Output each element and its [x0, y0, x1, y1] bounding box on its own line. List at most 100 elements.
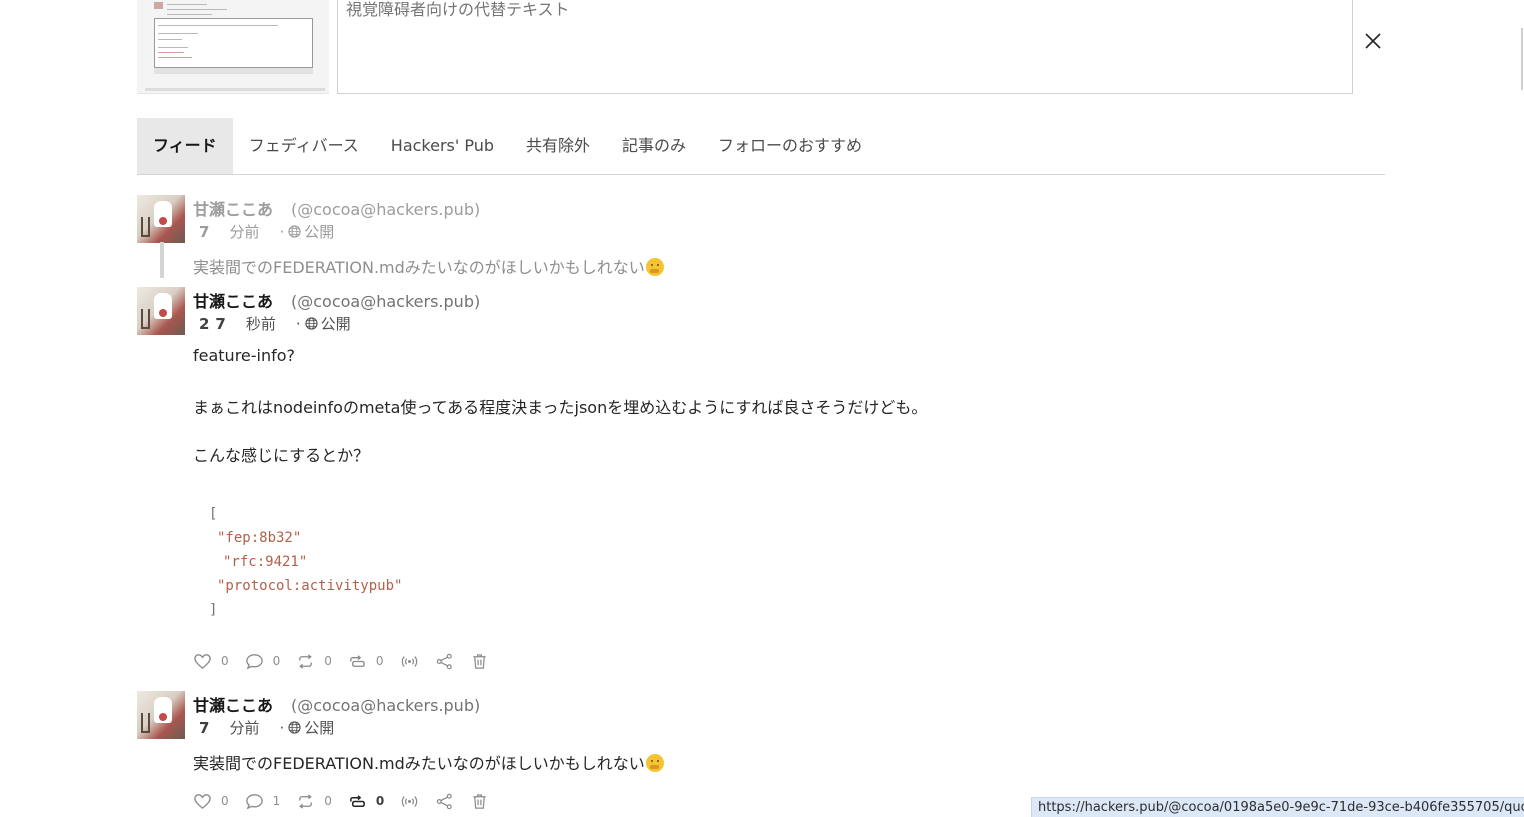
code-string: "rfc:9421" [223, 554, 308, 570]
post-meta: 7 分前 · 公開 [193, 221, 334, 242]
broadcast-icon [402, 795, 418, 807]
post-time-number[interactable]: 27 [199, 315, 232, 333]
share-icon [437, 793, 453, 809]
author-handle[interactable]: (@cocoa@hackers.pub) [291, 200, 480, 219]
thinking-face-icon [645, 258, 664, 276]
post-text: 実装間でのFEDERATION.mdみたいなのがほしいかもしれない [193, 754, 645, 773]
post-text-line: こんな感じにするとか？ [193, 446, 370, 465]
visibility-label: 公開 [320, 315, 351, 333]
quote-repost-icon [350, 794, 365, 807]
timeline-tabs: フィード フェディバース Hackers' Pub 共有除外 記事のみ フォロー… [137, 118, 1385, 175]
trash-icon [472, 653, 486, 669]
reply-button[interactable]: 0 [245, 652, 281, 671]
author-handle[interactable]: (@cocoa@hackers.pub) [291, 292, 480, 311]
post-time-unit[interactable]: 分前 [229, 719, 259, 737]
thumb-footer [145, 88, 325, 91]
reply-thread-line [160, 242, 164, 278]
post-text: 実装間でのFEDERATION.mdみたいなのがほしいかもしれない [193, 258, 645, 277]
like-count: 0 [221, 654, 229, 668]
post-header: 甘瀬ここあ (@cocoa@hackers.pub) [193, 692, 480, 716]
avatar[interactable] [137, 195, 185, 243]
quote-button[interactable]: 0 [348, 652, 384, 671]
post-header: 甘瀬ここあ (@cocoa@hackers.pub) [193, 288, 480, 312]
post-time-number[interactable]: 7 [199, 223, 215, 241]
thumb-line [167, 14, 212, 15]
post-body: 実装間でのFEDERATION.mdみたいなのがほしいかもしれない [193, 254, 664, 278]
author-name[interactable]: 甘瀬ここあ [193, 696, 273, 715]
broadcast-button[interactable] [400, 652, 419, 671]
tab-without-shares[interactable]: 共有除外 [510, 118, 606, 174]
avatar[interactable] [137, 691, 185, 739]
like-button[interactable]: 0 [193, 652, 229, 671]
author-name[interactable]: 甘瀬ここあ [193, 292, 273, 311]
avatar[interactable] [137, 287, 185, 335]
post-meta: 7 分前 · 公開 [193, 717, 334, 738]
page-scrollbar[interactable] [1521, 28, 1523, 90]
delete-button[interactable] [470, 652, 489, 671]
close-icon[interactable] [1362, 30, 1384, 52]
delete-button[interactable] [470, 792, 489, 811]
visibility-label: 公開 [304, 223, 335, 241]
alt-text-input[interactable] [337, 0, 1353, 94]
share-button[interactable]: 0 [296, 792, 332, 811]
reply-count: 1 [272, 794, 281, 808]
share-link-button[interactable] [435, 652, 454, 671]
broadcast-button[interactable] [400, 792, 419, 811]
post-header: 甘瀬ここあ (@cocoa@hackers.pub) [193, 196, 480, 220]
trash-icon [473, 793, 486, 809]
comment-icon [245, 793, 263, 809]
quote-button[interactable]: 0 [348, 792, 384, 811]
post-body: 実装間でのFEDERATION.mdみたいなのがほしいかもしれない [193, 750, 664, 774]
quote-count: 0 [375, 654, 384, 668]
reply-button[interactable]: 1 [245, 792, 281, 811]
share-button[interactable]: 0 [296, 652, 332, 671]
code-string: "protocol:activitypub" [217, 578, 403, 594]
thumb-line [167, 4, 207, 5]
post-actions: 0 1 0 0 [193, 791, 505, 811]
visibility-label: 公開 [304, 719, 335, 737]
share-link-button[interactable] [435, 792, 454, 811]
meta-separator: · [295, 315, 301, 333]
heart-icon [194, 793, 211, 809]
tab-fediverse[interactable]: フェディバース [233, 118, 375, 174]
thumb-avatar [154, 2, 163, 9]
author-name[interactable]: 甘瀬ここあ [193, 200, 273, 219]
meta-separator: · [279, 223, 285, 241]
globe-icon [288, 720, 301, 734]
tab-follow-recommendations[interactable]: フォローのおすすめ [702, 118, 878, 174]
quote-count: 0 [375, 794, 385, 808]
tab-hackers-pub[interactable]: Hackers' Pub [375, 118, 510, 174]
author-handle[interactable]: (@cocoa@hackers.pub) [291, 696, 480, 715]
tab-articles-only[interactable]: 記事のみ [606, 118, 702, 174]
share-count: 0 [324, 794, 332, 808]
broadcast-icon [401, 655, 417, 667]
code-line: ] [209, 602, 218, 618]
status-bar-url: https://hackers.pub/@cocoa/0198a5e0-9e9c… [1031, 797, 1524, 817]
post-time-unit[interactable]: 秒前 [246, 315, 276, 333]
tab-feed[interactable]: フィード [137, 118, 233, 174]
thinking-face-icon [645, 754, 664, 772]
quote-repost-icon [350, 654, 365, 667]
post-text-line: feature-info? [193, 346, 296, 365]
like-count: 0 [221, 794, 229, 808]
code-string: "fep:8b32" [217, 530, 302, 546]
post-time-unit[interactable]: 分前 [229, 223, 259, 241]
like-button[interactable]: 0 [193, 792, 229, 811]
thumb-line [167, 9, 227, 10]
post-time-number[interactable]: 7 [199, 719, 215, 737]
attachment-thumbnail[interactable] [137, 0, 329, 94]
meta-separator: · [279, 719, 285, 737]
post-text-line: まぁこれはnodeinfoのmeta使ってある程度決まったjsonを埋め込むよう… [193, 398, 928, 417]
globe-icon [288, 224, 301, 238]
heart-icon [194, 653, 211, 669]
globe-icon [305, 316, 318, 330]
code-line: [ [209, 506, 218, 522]
thumb-sheet [154, 18, 313, 68]
post-meta: 27 秒前 · 公開 [193, 313, 351, 334]
reply-count: 0 [272, 654, 281, 668]
repeat-icon [299, 793, 313, 809]
repeat-icon [299, 653, 313, 669]
share-count: 0 [324, 654, 332, 668]
code-block: [ "fep:8b32" "rfc:9421" "protocol:activityp… [209, 502, 402, 622]
comment-icon [245, 653, 263, 669]
